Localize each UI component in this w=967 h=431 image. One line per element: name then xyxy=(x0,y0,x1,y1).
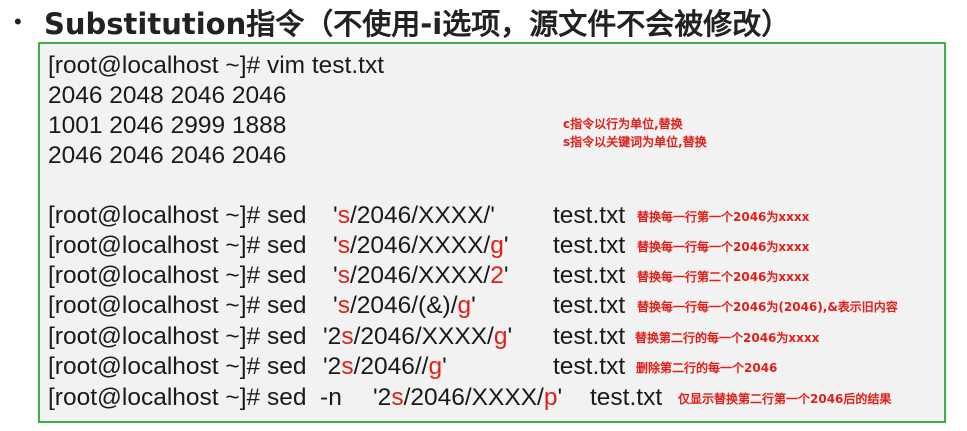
sed-command-line: [root@localhost ~]# sed '2s/2046/XXXX/g'… xyxy=(48,322,625,352)
file-line-2: 1001 2046 2999 1888 xyxy=(48,112,287,139)
sed-expression-part: /2046/XXXX/ xyxy=(349,232,491,259)
sed-expression-part: ' xyxy=(503,262,509,289)
command-annotation: 替换每一行每一个2046为(2046),&表示旧内容 xyxy=(637,300,898,314)
sed-expression-part: /2046/XXXX/ xyxy=(403,384,544,411)
sed-expression: '2s/2046/XXXX/p' xyxy=(373,383,562,413)
sed-flag-highlight: g xyxy=(490,232,504,259)
sed-expression: 's/2046/XXXX/2' xyxy=(333,261,509,291)
sed-expression-part: /2046// xyxy=(353,353,429,380)
s-instruction-note: s指令以关键词为单位,替换 xyxy=(563,135,707,149)
target-file-name: test.txt xyxy=(553,292,626,319)
sed-expression: 's/2046/XXXX/g' xyxy=(333,231,509,261)
sed-expression-part: /2046/(&)/ xyxy=(349,292,458,319)
shell-prompt: [root@localhost ~]# sed xyxy=(48,292,321,319)
sed-expression-part: '2 xyxy=(323,323,342,350)
command-annotation: 替换每一行每一个2046为xxxx xyxy=(637,240,810,254)
shell-prompt: [root@localhost ~]# sed xyxy=(48,353,321,380)
bullet-marker: • xyxy=(14,9,22,34)
vim-command-line: [root@localhost ~]# vim test.txt xyxy=(48,52,385,79)
sed-command-line: [root@localhost ~]# sed 's/2046/(&)/g' te… xyxy=(48,291,625,321)
sed-flag-highlight: s xyxy=(337,232,350,259)
sed-flag-highlight: g xyxy=(457,292,472,319)
title-text: Substitution指令（不使用-i选项，源文件不会被修改） xyxy=(44,7,791,41)
shell-prompt: [root@localhost ~]# sed -n xyxy=(48,384,356,411)
file-line-1: 2046 2048 2046 2046 xyxy=(48,82,287,109)
sed-command-line: [root@localhost ~]# sed -n '2s/2046/XXXX… xyxy=(48,383,662,413)
command-annotation: 替换每一行第二个2046为xxxx xyxy=(637,270,810,284)
sed-flag-highlight: s xyxy=(337,262,350,289)
sed-expression-part: ' xyxy=(557,384,563,411)
sed-flag-highlight: s xyxy=(341,323,354,350)
sed-command-line: [root@localhost ~]# sed '2s/2046//g' test… xyxy=(48,352,625,382)
sed-command-line: [root@localhost ~]# sed 's/2046/XXXX/2' t… xyxy=(48,261,625,291)
slide-title: • Substitution指令（不使用-i选项，源文件不会被修改） xyxy=(14,2,790,42)
sed-command-line: [root@localhost ~]# sed 's/2046/XXXX/' te… xyxy=(48,201,625,231)
sed-flag-highlight: g xyxy=(428,353,443,380)
sed-command-line: [root@localhost ~]# sed 's/2046/XXXX/g' t… xyxy=(48,231,625,261)
sed-flag-highlight: s xyxy=(337,292,350,319)
sed-expression-part: ' xyxy=(507,323,513,350)
target-file-name: test.txt xyxy=(553,202,626,229)
command-annotation: 替换每一行第一个2046为xxxx xyxy=(637,210,810,224)
sed-flag-highlight: s xyxy=(391,384,404,411)
sed-flag-highlight: p xyxy=(543,384,558,411)
target-file-name: test.txt xyxy=(553,353,626,380)
sed-flag-highlight: s xyxy=(337,202,350,229)
sed-expression-part: ' xyxy=(471,292,476,319)
shell-prompt: [root@localhost ~]# sed xyxy=(48,232,321,259)
target-file-name: test.txt xyxy=(553,262,626,289)
c-instruction-note: c指令以行为单位,替换 xyxy=(563,117,683,131)
sed-flag-highlight: g xyxy=(493,323,508,350)
command-annotation: 删除第二行的每一个2046 xyxy=(636,361,778,375)
sed-expression: 's/2046/XXXX/' xyxy=(333,201,495,231)
sed-expression: '2s/2046/XXXX/g' xyxy=(323,322,512,352)
sed-flag-highlight: s xyxy=(341,353,354,380)
target-file-name: test.txt xyxy=(553,323,626,350)
sed-expression: 's/2046/(&)/g' xyxy=(333,291,476,321)
sed-expression-part: /2046/XXXX/' xyxy=(349,202,495,229)
command-annotation: 替换第二行的每一个2046为xxxx xyxy=(635,331,820,345)
shell-prompt: [root@localhost ~]# sed xyxy=(48,323,321,350)
sed-expression: '2s/2046//g' xyxy=(323,352,447,382)
shell-prompt: [root@localhost ~]# sed xyxy=(48,262,321,289)
sed-flag-highlight: 2 xyxy=(490,262,504,289)
sed-expression-part: ' xyxy=(442,353,447,380)
target-file-name: test.txt xyxy=(553,232,626,259)
sed-expression-part: ' xyxy=(503,232,509,259)
sed-expression-part: /2046/XXXX/ xyxy=(353,323,494,350)
file-line-3: 2046 2046 2046 2046 xyxy=(48,142,287,169)
shell-prompt: [root@localhost ~]# sed xyxy=(48,202,321,229)
target-file-name: test.txt xyxy=(590,384,663,411)
sed-expression-part: '2 xyxy=(323,353,342,380)
command-annotation: 仅显示替换第二行第一个2046后的结果 xyxy=(678,392,892,406)
sed-expression-part: /2046/XXXX/ xyxy=(349,262,491,289)
sed-expression-part: '2 xyxy=(373,384,392,411)
